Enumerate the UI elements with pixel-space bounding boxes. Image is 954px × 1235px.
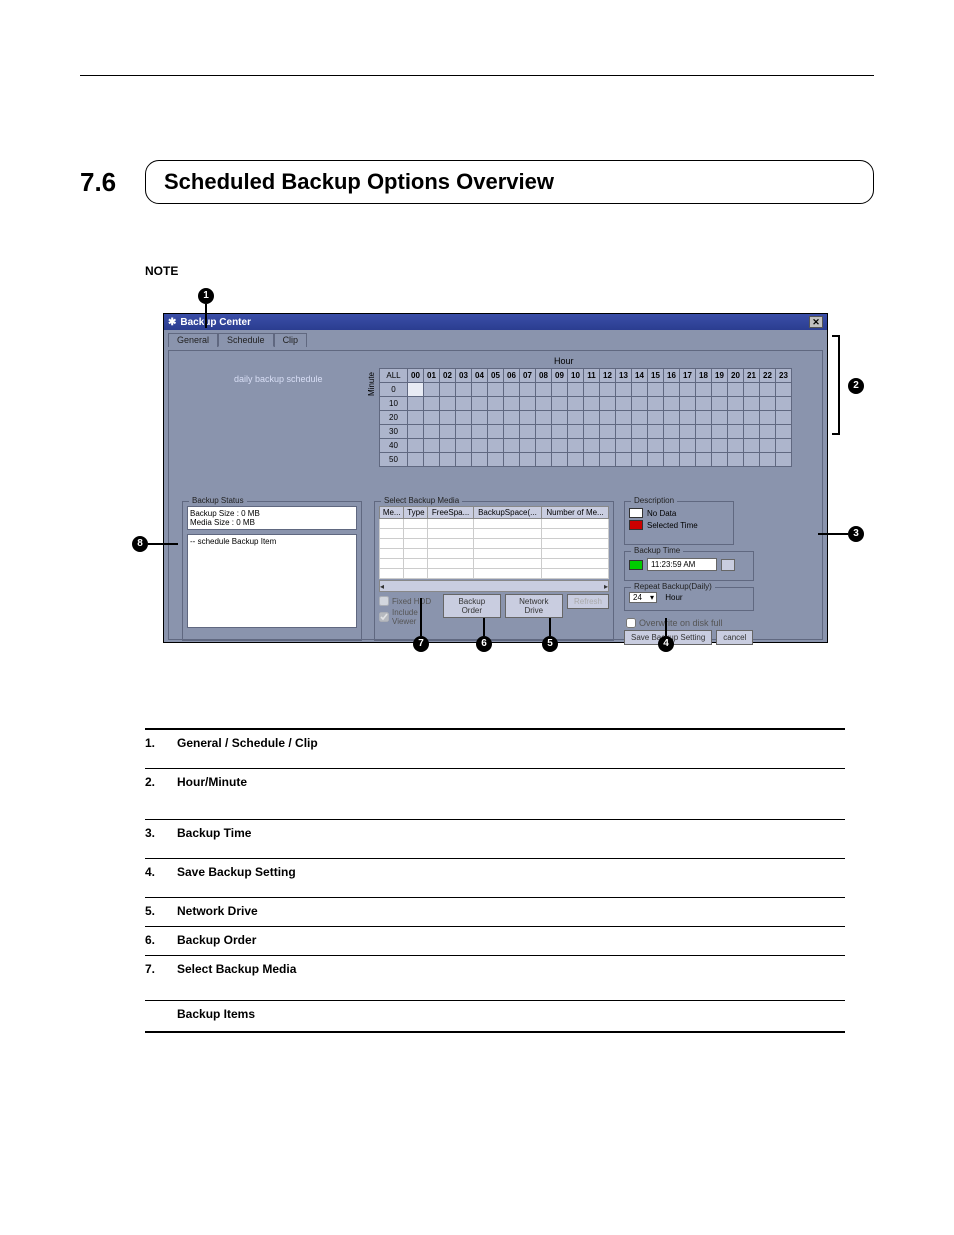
callout-1: 1 bbox=[198, 288, 214, 304]
swatch-time bbox=[629, 560, 643, 570]
callout-7: 7 bbox=[413, 636, 429, 652]
callout-6: 6 bbox=[476, 636, 492, 652]
schedule-caption: daily backup schedule bbox=[234, 374, 323, 384]
legend-selected: Selected Time bbox=[647, 521, 698, 530]
description-group: Description No Data Selected Time bbox=[624, 501, 734, 545]
media-size: Media Size : 0 MB bbox=[190, 518, 354, 527]
backup-time-title: Backup Time bbox=[631, 546, 683, 555]
page-rule bbox=[80, 75, 874, 76]
col-free[interactable]: FreeSpa... bbox=[428, 507, 473, 519]
callout-line bbox=[483, 618, 485, 636]
refresh-button[interactable]: Refresh bbox=[567, 594, 609, 609]
chk-fixed-hdd[interactable]: Fixed HDD bbox=[379, 596, 439, 606]
window-title: Backup Center bbox=[180, 317, 251, 328]
select-media-group: Select Backup Media Me... Type FreeSpa..… bbox=[374, 501, 614, 641]
callout-8: 8 bbox=[132, 536, 148, 552]
callout-line bbox=[148, 543, 178, 545]
app-icon: ✱ bbox=[168, 317, 176, 328]
section-number: 7.6 bbox=[80, 167, 145, 198]
callout-3: 3 bbox=[848, 526, 864, 542]
note-label: NOTE bbox=[145, 264, 874, 278]
glossary-table: 1. General / Schedule / Clip 2. Hour/Min… bbox=[145, 728, 845, 1033]
select-media-title: Select Backup Media bbox=[381, 496, 462, 505]
backup-size: Backup Size : 0 MB bbox=[190, 509, 354, 518]
backup-items-tree[interactable]: -- schedule Backup Item bbox=[187, 534, 357, 628]
tab-bar: General Schedule Clip bbox=[164, 330, 827, 346]
chk-overwrite[interactable]: Overwrite on disk full bbox=[626, 618, 723, 628]
callout-2: 2 bbox=[848, 378, 864, 394]
callout-4: 4 bbox=[658, 636, 674, 652]
col-num[interactable]: Number of Me... bbox=[542, 507, 609, 519]
callout-line bbox=[205, 304, 207, 328]
backup-status-readout: Backup Size : 0 MB Media Size : 0 MB bbox=[187, 506, 357, 530]
bracket-2 bbox=[832, 335, 840, 435]
all-cell[interactable]: ALL bbox=[380, 369, 408, 383]
tab-clip[interactable]: Clip bbox=[274, 333, 308, 347]
swatch-selected bbox=[629, 520, 643, 530]
legend-nodata: No Data bbox=[647, 509, 676, 518]
repeat-title: Repeat Backup(Daily) bbox=[631, 582, 715, 591]
col-media[interactable]: Me... bbox=[380, 507, 404, 519]
tree-item[interactable]: -- schedule Backup Item bbox=[190, 537, 276, 546]
backup-time-input[interactable]: 11:23:59 AM bbox=[647, 558, 717, 571]
cancel-button[interactable]: cancel bbox=[716, 630, 753, 645]
media-table[interactable]: Me... Type FreeSpa... BackupSpace(... Nu… bbox=[379, 506, 609, 579]
repeat-unit: Hour bbox=[665, 593, 682, 602]
callout-line bbox=[549, 618, 551, 636]
callout-line bbox=[818, 533, 848, 535]
backup-center-window: ✱ Backup Center ✕ General Schedule Clip … bbox=[163, 313, 828, 643]
description-title: Description bbox=[631, 496, 677, 505]
section-header: 7.6 Scheduled Backup Options Overview bbox=[80, 160, 874, 204]
backup-status-title: Backup Status bbox=[189, 496, 247, 505]
col-space[interactable]: BackupSpace(... bbox=[473, 507, 541, 519]
backup-time-group: Backup Time 11:23:59 AM bbox=[624, 551, 754, 581]
window-body: daily backup schedule Hour Minute ALL 00… bbox=[164, 346, 827, 644]
swatch-nodata bbox=[629, 508, 643, 518]
callout-line bbox=[420, 598, 422, 636]
window-titlebar[interactable]: ✱ Backup Center ✕ bbox=[164, 314, 827, 330]
time-spinner[interactable] bbox=[721, 559, 735, 571]
glossary-term: General / Schedule / Clip bbox=[177, 736, 318, 750]
grid-header-row: ALL 000102030405060708091011121314151617… bbox=[380, 369, 792, 383]
chk-include-viewer[interactable]: Include Viewer bbox=[379, 608, 439, 626]
close-button[interactable]: ✕ bbox=[809, 316, 823, 328]
backup-status-group: Backup Status Backup Size : 0 MB Media S… bbox=[182, 501, 362, 641]
callout-line bbox=[665, 618, 667, 636]
schedule-grid[interactable]: ALL 000102030405060708091011121314151617… bbox=[379, 368, 792, 467]
col-type[interactable]: Type bbox=[404, 507, 428, 519]
callout-5: 5 bbox=[542, 636, 558, 652]
tab-schedule[interactable]: Schedule bbox=[218, 333, 274, 347]
network-drive-button[interactable]: Network Drive bbox=[505, 594, 563, 618]
media-h-scroll[interactable]: ◂▸ bbox=[379, 580, 609, 592]
tab-general[interactable]: General bbox=[168, 333, 218, 347]
section-title: Scheduled Backup Options Overview bbox=[145, 160, 874, 204]
glossary-row: 1. General / Schedule / Clip bbox=[145, 728, 845, 768]
repeat-backup-group: Repeat Backup(Daily) 24 Hour bbox=[624, 587, 754, 611]
figure-container: 1 2 3 4 5 6 7 8 ✱ Backup Center ✕ Genera… bbox=[118, 288, 878, 668]
hour-axis-label: Hour bbox=[554, 356, 574, 366]
backup-order-button[interactable]: Backup Order bbox=[443, 594, 501, 618]
minute-axis-label: Minute bbox=[367, 372, 376, 396]
repeat-select[interactable]: 24 bbox=[629, 592, 657, 603]
